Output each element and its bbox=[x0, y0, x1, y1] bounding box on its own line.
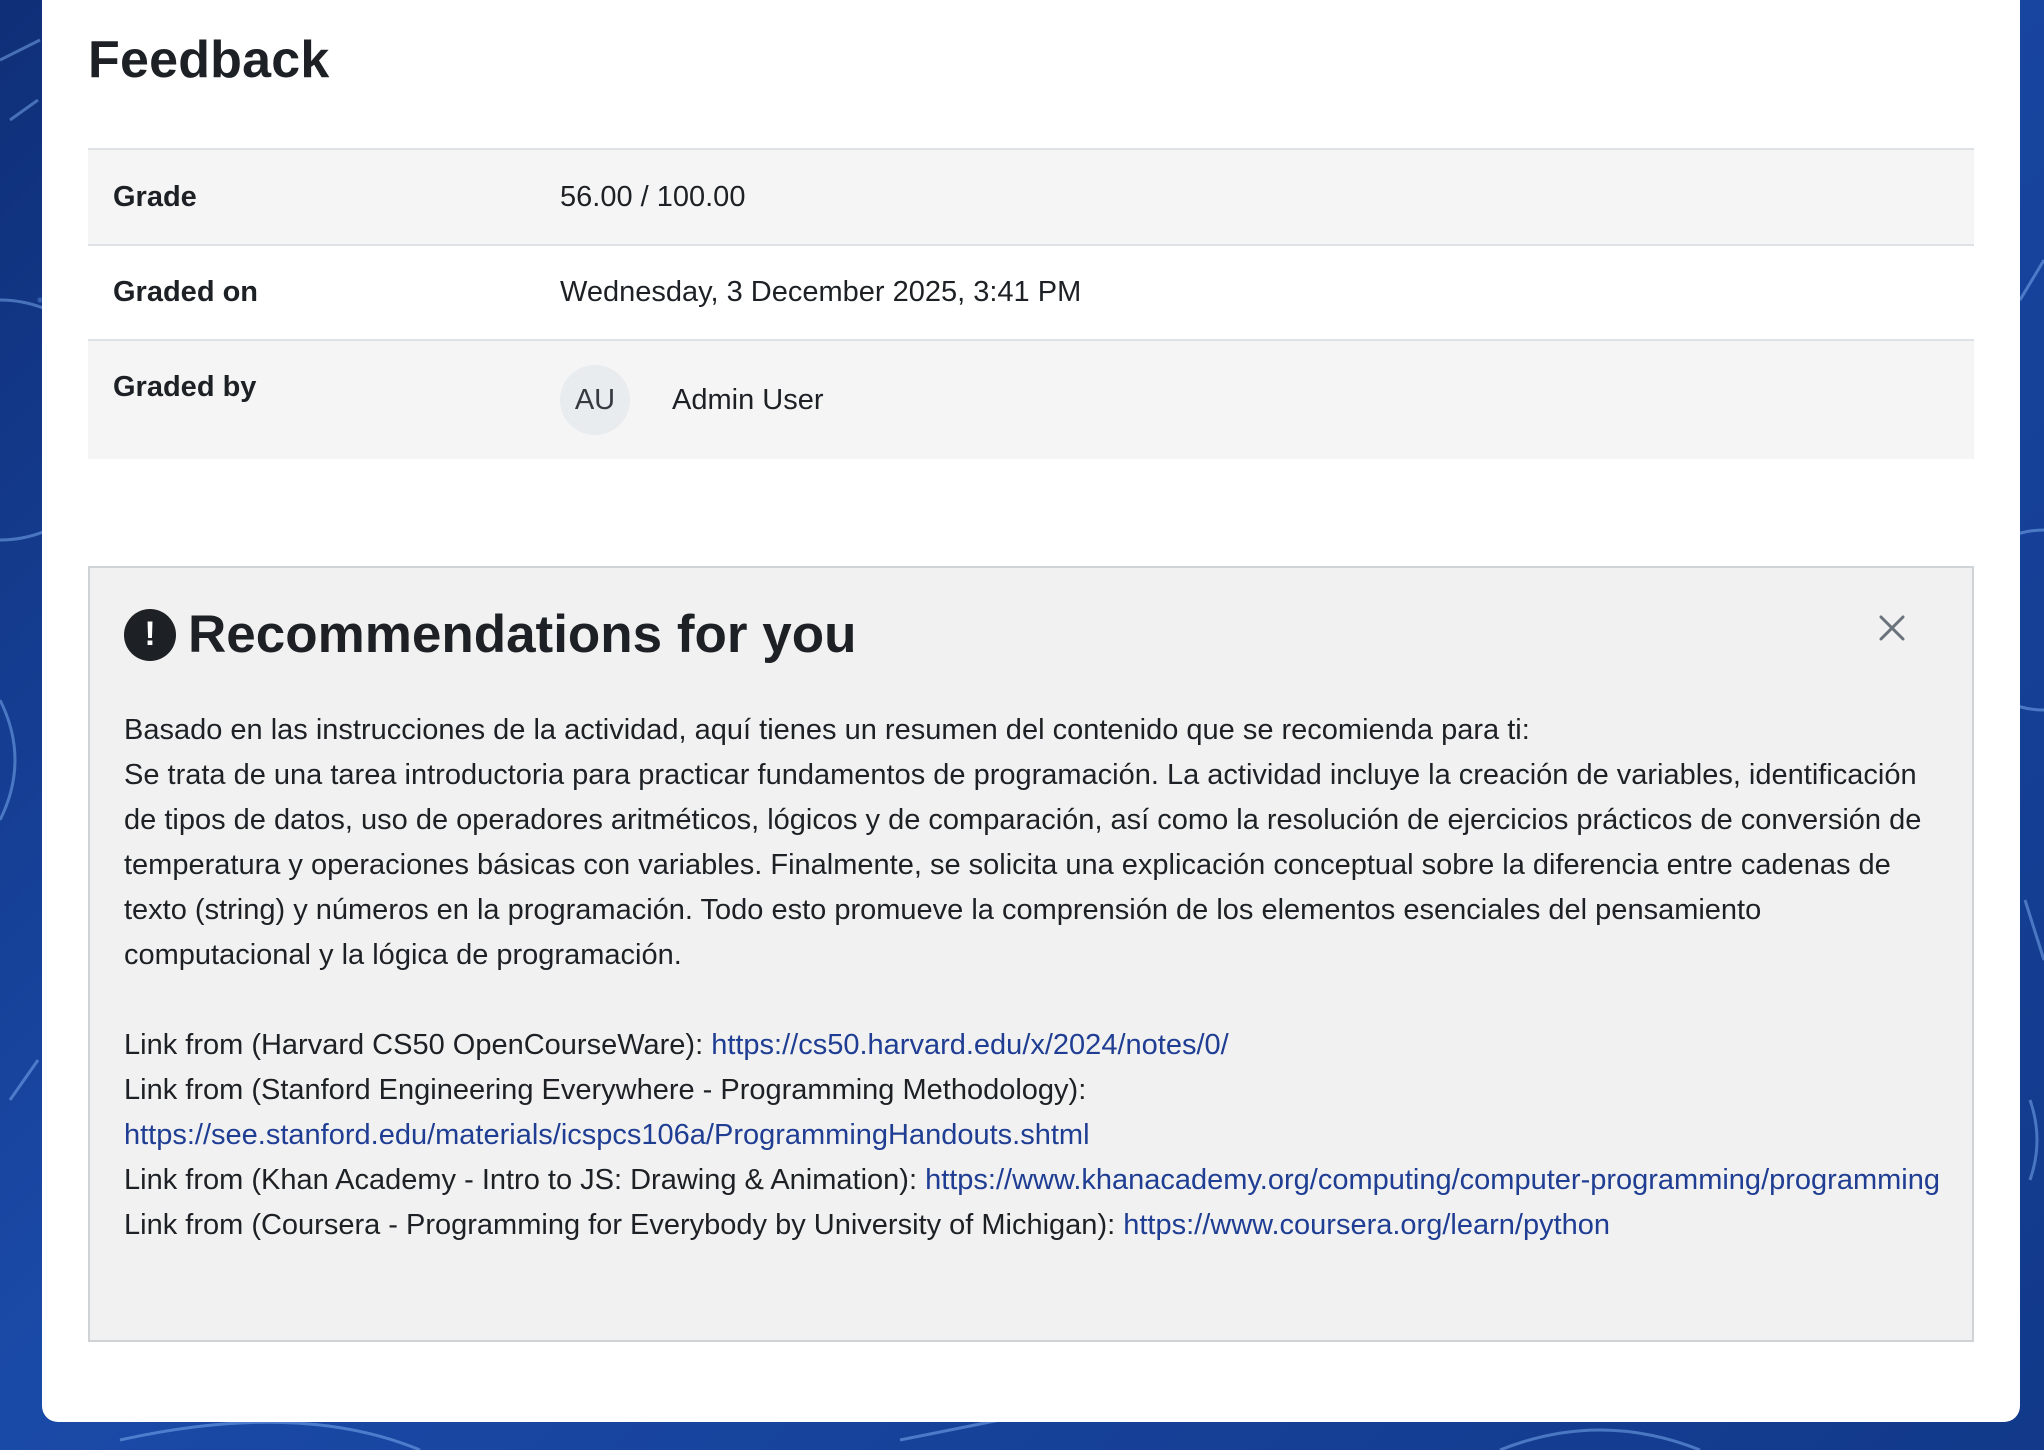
link-item: Link from (Coursera - Programming for Ev… bbox=[124, 1203, 1954, 1248]
feedback-card: Feedback Grade 56.00 / 100.00 Graded on … bbox=[42, 0, 2020, 1422]
link-prefix: Link from (Coursera - Programming for Ev… bbox=[124, 1209, 1116, 1241]
link-url[interactable]: https://see.stanford.edu/materials/icspc… bbox=[124, 1119, 1090, 1151]
link-url[interactable]: https://cs50.harvard.edu/x/2024/notes/0/ bbox=[711, 1029, 1229, 1061]
recommendations-body: Basado en las instrucciones de la activi… bbox=[124, 708, 1954, 1248]
recommendations-title: Recommendations for you bbox=[188, 605, 857, 664]
recommendations-header: ! Recommendations for you bbox=[124, 604, 856, 665]
link-url[interactable]: https://www.khanacademy.org/computing/co… bbox=[925, 1164, 1940, 1196]
close-icon-glyph bbox=[1879, 615, 1905, 641]
recommendations-intro: Basado en las instrucciones de la activi… bbox=[124, 714, 1530, 746]
recommendations-summary: Se trata de una tarea introductoria para… bbox=[124, 759, 1922, 971]
link-item: Link from (Harvard CS50 OpenCourseWare):… bbox=[124, 1023, 1954, 1068]
link-item: Link from (Khan Academy - Intro to JS: D… bbox=[124, 1158, 1954, 1203]
grader: AU Admin User bbox=[560, 341, 824, 435]
link-prefix: Link from (Stanford Engineering Everywhe… bbox=[124, 1074, 1087, 1106]
avatar: AU bbox=[560, 365, 630, 435]
grade-table: Grade 56.00 / 100.00 Graded on Wednesday… bbox=[88, 148, 1974, 459]
graded-by-row: Graded by AU Admin User bbox=[88, 341, 1974, 459]
grade-row: Grade 56.00 / 100.00 bbox=[88, 150, 1974, 246]
recommendations-panel: ! Recommendations for you Basado en las … bbox=[88, 566, 1974, 1342]
link-prefix: Link from (Harvard CS50 OpenCourseWare): bbox=[124, 1029, 704, 1061]
graded-on-row: Graded on Wednesday, 3 December 2025, 3:… bbox=[88, 246, 1974, 341]
grade-label: Grade bbox=[113, 180, 197, 213]
graded-by-label: Graded by bbox=[113, 371, 257, 403]
link-item: Link from (Stanford Engineering Everywhe… bbox=[124, 1068, 1954, 1158]
page-title: Feedback bbox=[88, 31, 330, 89]
link-prefix: Link from (Khan Academy - Intro to JS: D… bbox=[124, 1164, 917, 1196]
link-url[interactable]: https://www.coursera.org/learn/python bbox=[1123, 1209, 1610, 1241]
graded-on-label: Graded on bbox=[113, 276, 259, 308]
close-icon[interactable] bbox=[1870, 606, 1914, 650]
grade-value: 56.00 / 100.00 bbox=[560, 180, 746, 213]
graded-on-value: Wednesday, 3 December 2025, 3:41 PM bbox=[560, 276, 1082, 308]
grader-name: Admin User bbox=[672, 383, 824, 416]
exclamation-circle-icon: ! bbox=[124, 608, 176, 661]
